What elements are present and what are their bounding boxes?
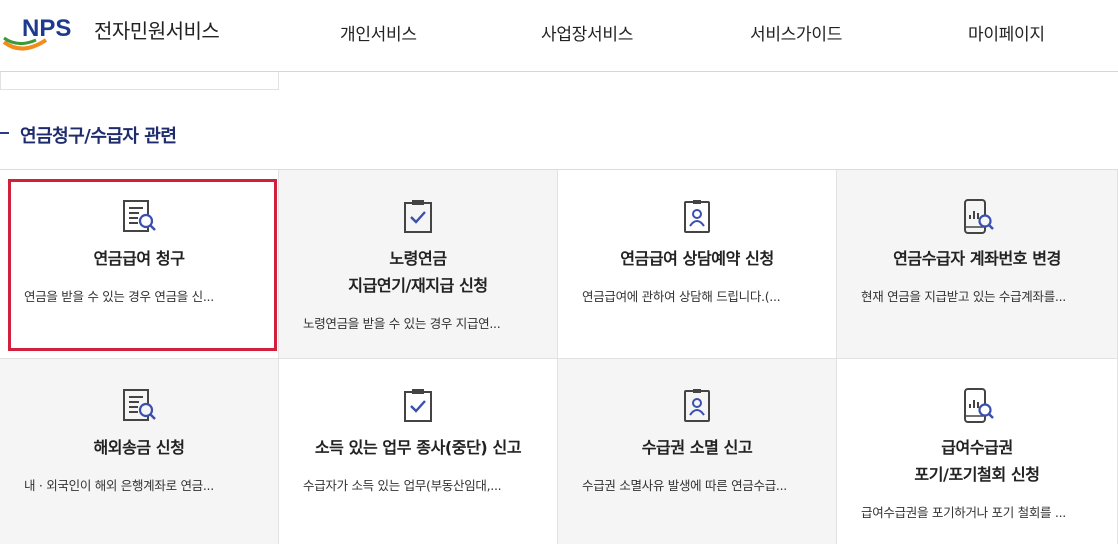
person-badge-icon [684,200,710,233]
card-title-line1: 노령연금 [389,249,447,268]
card-description: 현재 연금을 지급받고 있는 수급계좌를... [861,289,1066,304]
card-description: 급여수급권을 포기하거나 포기 철회를 ... [861,505,1066,520]
card-title: 해외송금 신청 [93,438,185,457]
card-title: 연금수급자 계좌번호 변경 [893,249,1061,268]
section-title: 연금청구/수급자 관련 [20,126,177,147]
nav-my-page[interactable]: 마이페이지 [968,20,1045,45]
nav-personal-services[interactable]: 개인서비스 [340,20,417,45]
card-description: 노령연금을 받을 수 있는 경우 지급연... [303,316,501,331]
site-header: NPS 전자민원서비스 개인서비스 사업장서비스 서비스가이드 마이페이지 [0,0,1118,72]
card-title: 연금급여 청구 [93,249,185,268]
clipboard-check-icon [404,389,432,422]
card-title: 소득 있는 업무 종사(중단) 신고 [314,438,522,457]
card-description: 연금급여에 관하여 상담해 드립니다.(... [582,289,781,304]
nps-logo[interactable]: NPS 전자민원서비스 [2,12,220,52]
card-income-work-report[interactable]: 소득 있는 업무 종사(중단) 신고 수급자가 소득 있는 업무(부동산임대,.… [279,359,558,544]
nav-business-services[interactable]: 사업장서비스 [541,20,633,45]
clipboard-check-icon [404,200,432,233]
nav-service-guide[interactable]: 서비스가이드 [750,20,842,45]
person-badge-icon [684,389,710,422]
card-title: 수급권 소멸 신고 [641,438,753,457]
document-search-icon [123,200,156,232]
card-description: 연금을 받을 수 있는 경우 연금을 신... [24,289,214,304]
card-title: 연금급여 상담예약 신청 [620,249,774,268]
service-card-grid: 연금급여 청구 연금을 받을 수 있는 경우 연금을 신... 노령연금 지급연… [0,169,1118,544]
logo-mark-text: NPS [22,15,71,42]
mobile-search-icon [964,388,994,423]
logo-text: 전자민원서비스 [94,18,220,43]
mobile-search-icon [964,199,994,234]
card-pension-claim[interactable]: 연금급여 청구 연금을 받을 수 있는 경우 연금을 신... [0,170,279,359]
card-title-line2: 포기/포기철회 신청 [914,465,1040,484]
card-description: 내 · 외국인이 해외 은행계좌로 연금... [24,478,214,493]
card-entitlement-termination-report[interactable]: 수급권 소멸 신고 수급권 소멸사유 발생에 따른 연금수급... [558,359,837,544]
card-old-age-pension-deferral[interactable]: 노령연금 지급연기/재지급 신청 노령연금을 받을 수 있는 경우 지급연... [279,170,558,359]
card-title-line2: 지급연기/재지급 신청 [348,276,488,295]
card-account-number-change[interactable]: 연금수급자 계좌번호 변경 현재 연금을 지급받고 있는 수급계좌를... [837,170,1118,359]
card-benefit-waiver[interactable]: 급여수급권 포기/포기철회 신청 급여수급권을 포기하거나 포기 철회를 ... [837,359,1118,544]
previous-section-box [0,72,279,90]
card-description: 수급권 소멸사유 발생에 따른 연금수급... [582,478,787,493]
card-title-line1: 급여수급권 [941,438,1013,457]
nps-logo-mark: NPS [2,15,71,51]
card-consultation-reservation[interactable]: 연금급여 상담예약 신청 연금급여에 관하여 상담해 드립니다.(... [558,170,837,359]
section-title-marker [0,132,9,134]
card-overseas-remittance[interactable]: 해외송금 신청 내 · 외국인이 해외 은행계좌로 연금... [0,359,279,544]
document-search-icon [123,389,156,421]
card-description: 수급자가 소득 있는 업무(부동산임대,... [303,478,502,493]
